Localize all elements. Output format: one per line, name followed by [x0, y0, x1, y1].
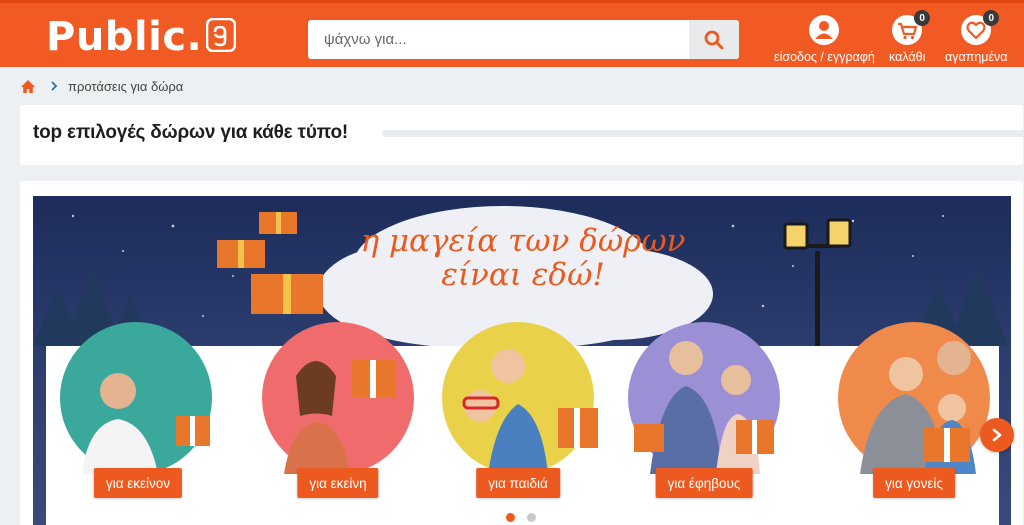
category-for-parents[interactable]: για γονείς [834, 322, 994, 525]
carousel-dot[interactable] [506, 513, 515, 522]
category-for-her-image [262, 322, 414, 474]
carousel-next-button[interactable] [980, 418, 1014, 452]
public-logo[interactable]: Public. [46, 14, 237, 60]
banner-headline-line2: είναι εδώ! [441, 257, 605, 293]
category-for-kids-image [442, 322, 598, 474]
category-for-parents-button[interactable]: για γονείς [873, 468, 955, 498]
category-for-him-image [60, 322, 212, 474]
user-icon [809, 15, 840, 45]
cart-label: καλάθι [889, 50, 926, 64]
account-label: είσοδος / εγγραφή [774, 50, 875, 64]
category-for-him-button[interactable]: για εκείνον [93, 468, 183, 498]
cart-link[interactable]: 0 καλάθι [889, 10, 931, 64]
category-for-teens-image [628, 322, 780, 474]
search-input[interactable] [308, 20, 690, 59]
search-button[interactable] [689, 20, 739, 59]
cart-count-badge: 0 [914, 10, 931, 26]
title-card: top επιλογές δώρων για κάθε τύπο! [20, 105, 1024, 165]
heart-icon: 0 [961, 10, 1000, 45]
logo-text: Public. [46, 14, 203, 60]
wishlist-link[interactable]: 0 αγαπημένα [945, 10, 1008, 64]
gift-banner[interactable]: η μαγεία των δώρων είναι εδώ! για εκείνο… [33, 196, 1011, 525]
wishlist-label: αγαπημένα [945, 50, 1008, 64]
site-header: Public. είσοδος / εγγραφή [0, 0, 1024, 67]
category-for-parents-image [838, 322, 990, 474]
search-icon [704, 30, 724, 49]
home-icon[interactable] [20, 79, 36, 94]
carousel-dots [506, 513, 536, 522]
wishlist-count-badge: 0 [983, 10, 1000, 26]
title-divider [382, 130, 1024, 137]
banner-headline-line1: η μαγεία των δώρων [360, 223, 686, 259]
carousel-dot[interactable] [527, 513, 536, 522]
category-panel: για εκείνον για εκείνη για παιδιά για έφ… [46, 322, 999, 525]
chevron-right-icon [50, 81, 58, 91]
category-for-teens[interactable]: για έφηβους [624, 322, 784, 525]
logo-gr-mark-icon [206, 18, 237, 52]
account-link[interactable]: είσοδος / εγγραφή [774, 15, 875, 64]
breadcrumb: προτάσεις για δώρα [20, 76, 183, 96]
breadcrumb-current: προτάσεις για δώρα [68, 78, 184, 94]
category-for-teens-button[interactable]: για έφηβους [655, 468, 753, 498]
banner-headline: η μαγεία των δώρων είναι εδώ! [333, 224, 713, 292]
cart-icon: 0 [892, 10, 931, 45]
chevron-right-icon [992, 428, 1002, 442]
page-title: top επιλογές δώρων για κάθε τύπο! [33, 122, 349, 143]
search-box [308, 20, 739, 59]
category-for-her[interactable]: για εκείνη [258, 322, 418, 525]
category-for-her-button[interactable]: για εκείνη [297, 468, 379, 498]
category-for-him[interactable]: για εκείνον [58, 322, 218, 525]
category-for-kids[interactable]: για παιδιά [438, 322, 598, 525]
category-for-kids-button[interactable]: για παιδιά [476, 468, 560, 498]
